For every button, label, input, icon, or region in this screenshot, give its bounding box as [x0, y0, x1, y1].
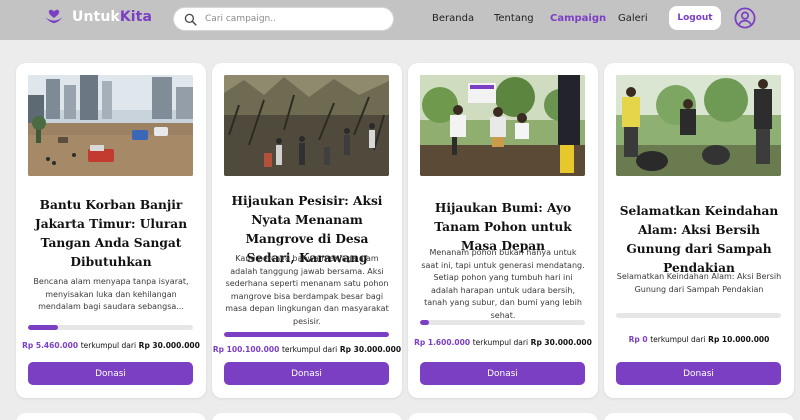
user-circle-icon[interactable]: [734, 7, 756, 29]
campaign-card-flood: Bantu Korban Banjir Jakarta Timur: Ulura…: [16, 63, 206, 398]
campaign-progress-bar: [28, 325, 193, 330]
collected-label: terkumpul dari: [281, 345, 338, 354]
logout-button[interactable]: Logout: [669, 6, 721, 30]
campaign-description: Menanam pohon bukan hanya untuk saat ini…: [421, 248, 585, 320]
brand-name-part1: Untuk: [72, 9, 120, 25]
campaign-card-next-row: [604, 413, 794, 420]
donate-button[interactable]: Donasi: [224, 362, 389, 385]
search-input[interactable]: [205, 14, 375, 24]
campaign-progress-bar: [420, 320, 585, 325]
search-bar: [173, 7, 394, 31]
donate-button[interactable]: Donasi: [28, 362, 193, 385]
campaign-card-next-row: [16, 413, 206, 420]
search-icon: [184, 13, 197, 26]
campaign-title: Bantu Korban Banjir Jakarta Timur: Ulura…: [34, 198, 188, 269]
campaign-progress-bar: [224, 332, 389, 337]
campaign-image-flood: [28, 75, 193, 176]
collected-amount: Rp 0: [628, 335, 648, 344]
nav-galeri[interactable]: Galeri: [618, 13, 648, 24]
brand-name-part2: Kita: [119, 9, 152, 25]
campaign-image-mountain-cleanup: [616, 75, 781, 176]
target-amount: Rp 30.000.000: [138, 341, 200, 350]
collected-label: terkumpul dari: [80, 341, 137, 350]
campaign-description: Selamatkan Keindahan Alam: Aksi Bersih G…: [616, 272, 782, 294]
donate-button[interactable]: Donasi: [616, 362, 781, 385]
campaign-description: Kami percaya bahwa menjaga alam adalah t…: [225, 254, 389, 326]
campaign-card-next-row: [212, 413, 402, 420]
campaign-title: Selamatkan Keindahan Alam: Aksi Bersih G…: [619, 204, 779, 275]
campaign-description: Bencana alam menyapa tanpa isyarat, meny…: [33, 277, 189, 312]
campaign-card-mangrove: Hijaukan Pesisir: Aksi Nyata Menanam Man…: [212, 63, 402, 398]
campaign-funds: Rp 1.600.000 terkumpul dari Rp 30.000.00…: [408, 338, 598, 347]
campaign-progress-bar: [616, 313, 781, 318]
nav-tentang[interactable]: Tentang: [494, 13, 534, 24]
campaign-progress-fill: [420, 320, 429, 325]
target-amount: Rp 10.000.000: [708, 335, 770, 344]
nav-campaign[interactable]: Campaign: [550, 13, 606, 24]
campaign-image-mangrove: [224, 75, 389, 176]
donate-button[interactable]: Donasi: [420, 362, 585, 385]
campaign-image-tree-planting: [420, 75, 585, 176]
collected-amount: Rp 1.600.000: [414, 338, 471, 347]
nav-beranda[interactable]: Beranda: [432, 13, 474, 24]
collected-amount: Rp 100.100.000: [212, 345, 280, 354]
collected-amount: Rp 5.460.000: [22, 341, 79, 350]
campaign-card-mountain-cleanup: Selamatkan Keindahan Alam: Aksi Bersih G…: [604, 63, 794, 398]
target-amount: Rp 30.000.000: [530, 338, 592, 347]
brand[interactable]: UntukKita: [44, 7, 152, 27]
target-amount: Rp 30.000.000: [339, 345, 402, 354]
campaign-card-tree-planting: Hijaukan Bumi: Ayo Tanam Pohon untuk Mas…: [408, 63, 598, 398]
campaign-card-next-row: [408, 413, 598, 420]
collected-label: terkumpul dari: [472, 338, 529, 347]
campaign-funds: Rp 0 terkumpul dari Rp 10.000.000: [604, 335, 794, 344]
campaign-progress-fill: [224, 332, 389, 337]
heart-hands-icon: [45, 9, 63, 24]
brand-name: UntukKita: [72, 9, 152, 25]
collected-label: terkumpul dari: [650, 335, 706, 344]
top-navbar: UntukKita Beranda Tentang Campaign Galer…: [0, 0, 800, 40]
campaign-progress-fill: [28, 325, 59, 330]
campaign-funds: Rp 100.100.000 terkumpul dari Rp 30.000.…: [212, 345, 402, 354]
campaign-funds: Rp 5.460.000 terkumpul dari Rp 30.000.00…: [16, 341, 206, 350]
